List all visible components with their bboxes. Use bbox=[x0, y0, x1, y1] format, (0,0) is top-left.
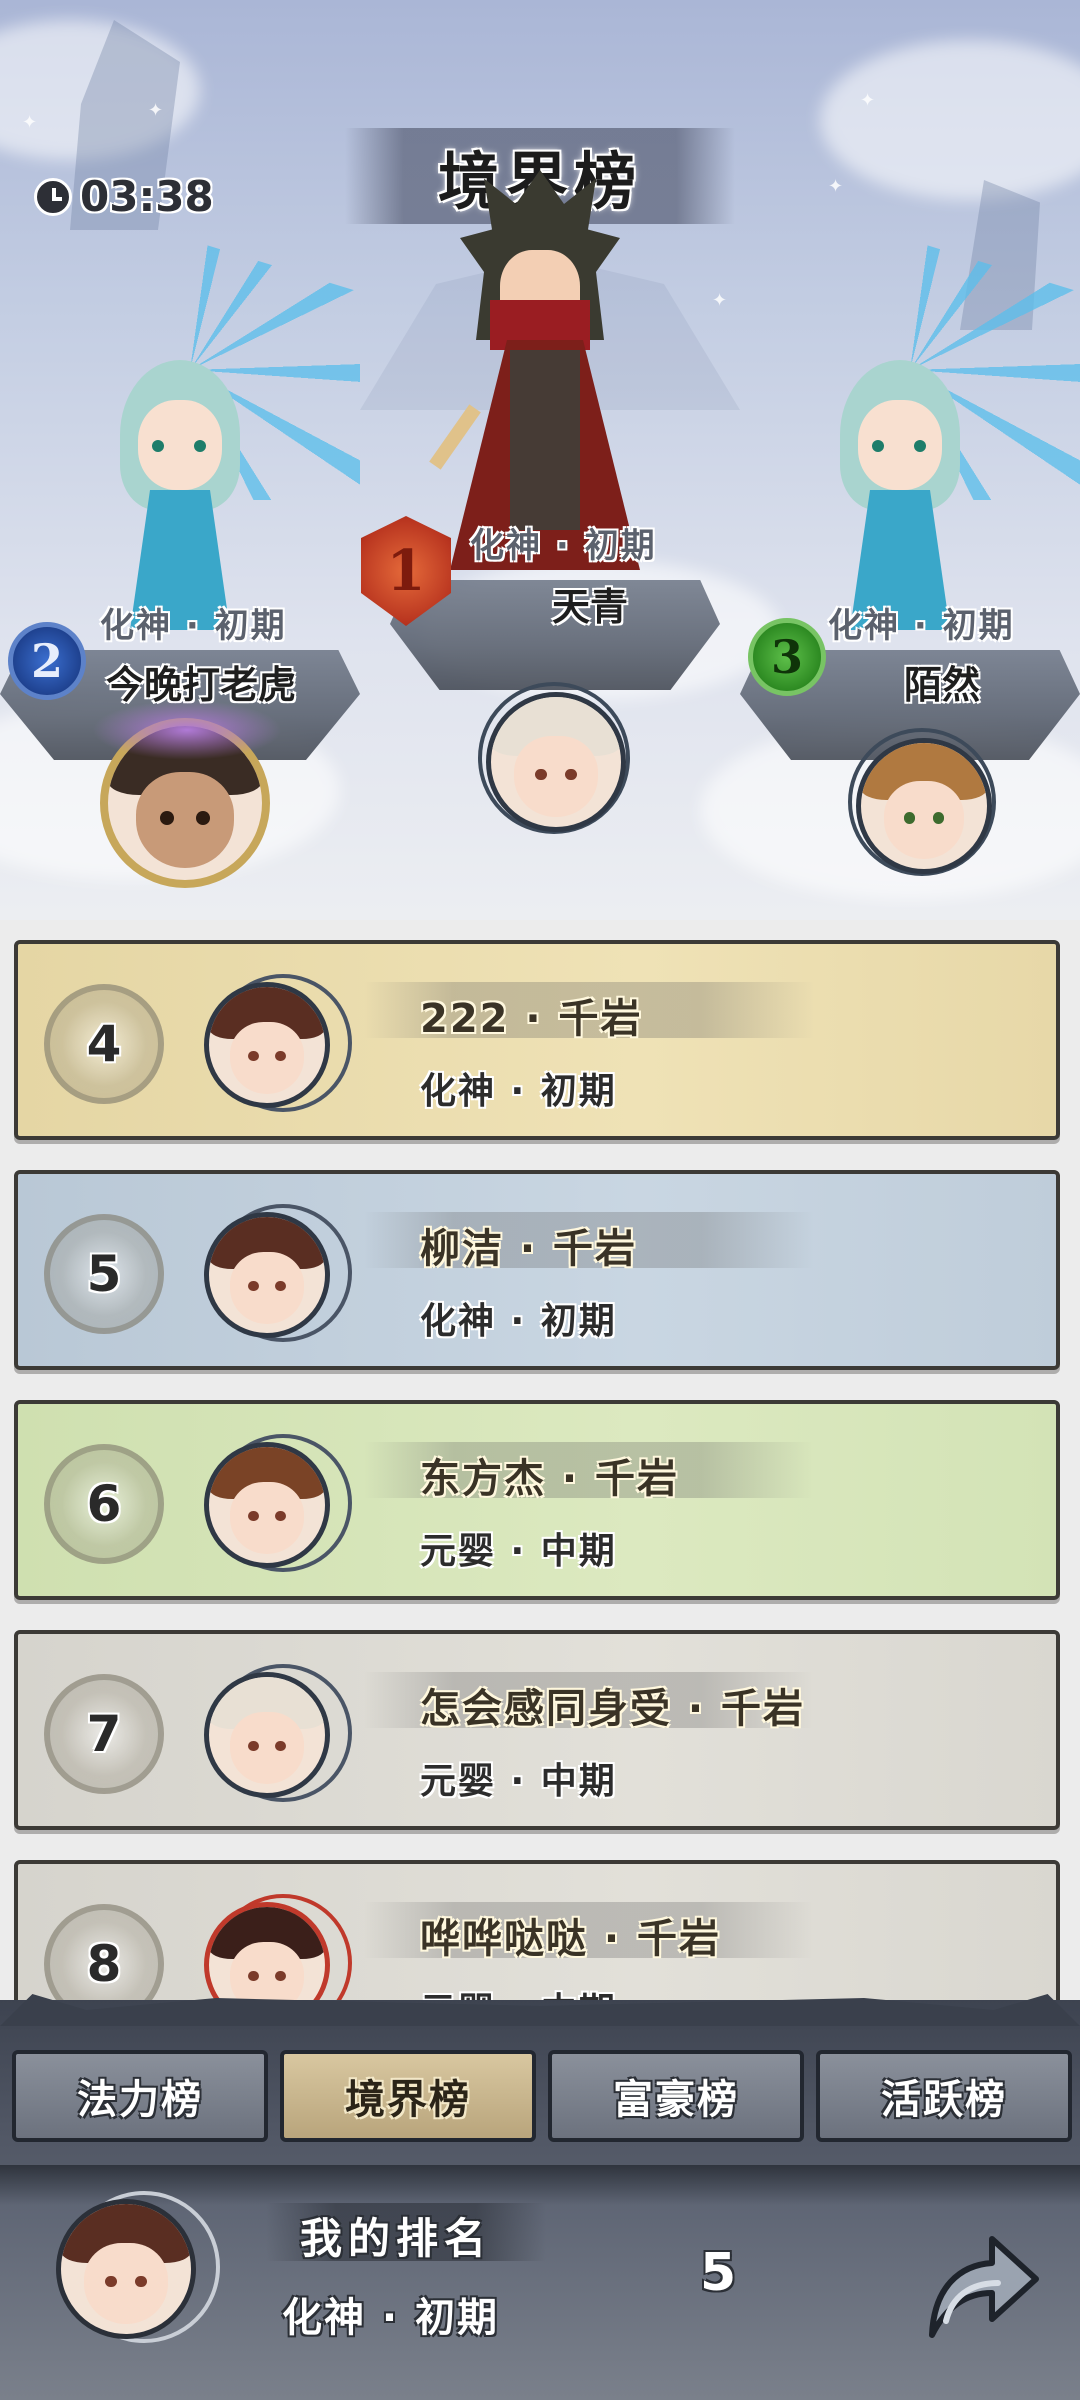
rank-3-avatar[interactable] bbox=[856, 738, 992, 874]
rank-1-number: 1 bbox=[386, 538, 426, 604]
avatar-frame-decoration bbox=[92, 700, 282, 760]
timer-text: 03:38 bbox=[80, 172, 214, 221]
my-avatar[interactable] bbox=[56, 2199, 196, 2339]
avatar[interactable] bbox=[204, 1902, 330, 2000]
share-button[interactable] bbox=[912, 2217, 1042, 2347]
rank-number: 5 bbox=[44, 1214, 164, 1334]
rank-1-realm: 化神 · 初期 bbox=[470, 526, 657, 566]
sparkle-icon: ✦ bbox=[148, 100, 164, 121]
rank-1-avatar[interactable] bbox=[486, 692, 626, 832]
rank-number: 4 bbox=[44, 984, 164, 1104]
rank-2-number: 2 bbox=[30, 634, 63, 688]
avatar[interactable] bbox=[204, 1442, 330, 1568]
rank-1-name: 天青 bbox=[552, 585, 629, 629]
countdown-timer: 03:38 bbox=[34, 172, 214, 221]
rank-2-realm: 化神 · 初期 bbox=[100, 606, 287, 646]
my-rank-value: 5 bbox=[700, 2243, 737, 2303]
player-realm: 元婴 · 中期 bbox=[420, 1761, 617, 1802]
player-realm: 化神 · 初期 bbox=[420, 1301, 617, 1342]
rank-3-realm: 化神 · 初期 bbox=[828, 606, 1015, 646]
player-realm: 元婴 · 中期 bbox=[420, 1531, 617, 1572]
my-rank-label: 我的排名 bbox=[300, 2214, 493, 2263]
share-arrow-icon bbox=[929, 2236, 1039, 2338]
bottom-panel: 法力榜 境界榜 富豪榜 活跃榜 我的排名 化神 · 初期 5 bbox=[0, 1994, 1080, 2400]
ranking-row-5[interactable]: 5 柳洁 · 千岩 化神 · 初期 bbox=[14, 1170, 1060, 1370]
rank-3-name: 陌然 bbox=[904, 663, 981, 707]
my-realm: 化神 · 初期 bbox=[282, 2295, 500, 2341]
podium-area: ✦ ✦ ✦ ✦ ✦ 境界榜 03:38 bbox=[0, 0, 1080, 920]
sparkle-icon: ✦ bbox=[22, 112, 38, 133]
player-name: 怎会感同身受 · 千岩 bbox=[420, 1686, 806, 1732]
rank-3-badge: 3 bbox=[748, 618, 826, 696]
sparkle-icon: ✦ bbox=[828, 176, 844, 197]
tab-wealth[interactable]: 富豪榜 bbox=[548, 2050, 804, 2142]
ranking-row-4[interactable]: 4 222 · 千岩 化神 · 初期 bbox=[14, 940, 1060, 1140]
ranking-row-6[interactable]: 6 东方杰 · 千岩 元婴 · 中期 bbox=[14, 1400, 1060, 1600]
rank-3-number: 3 bbox=[770, 630, 803, 684]
ranking-row-8[interactable]: 8 哗哗哒哒 · 千岩 元婴 · 中期 bbox=[14, 1860, 1060, 2000]
ranking-list[interactable]: 4 222 · 千岩 化神 · 初期 5 柳洁 · 千岩 化神 · 初期 6 东… bbox=[0, 920, 1080, 2000]
player-realm: 元婴 · 中期 bbox=[420, 1982, 617, 2000]
clock-icon bbox=[34, 177, 72, 216]
avatar[interactable] bbox=[204, 1672, 330, 1798]
player-realm: 化神 · 初期 bbox=[420, 1071, 617, 1112]
cloud-decoration bbox=[820, 40, 1080, 200]
avatar[interactable] bbox=[204, 1212, 330, 1338]
player-name: 222 · 千岩 bbox=[420, 996, 643, 1042]
tab-realm[interactable]: 境界榜 bbox=[280, 2050, 536, 2142]
player-name: 东方杰 · 千岩 bbox=[420, 1456, 680, 1502]
ranking-row-7[interactable]: 7 怎会感同身受 · 千岩 元婴 · 中期 bbox=[14, 1630, 1060, 1830]
sparkle-icon: ✦ bbox=[860, 90, 876, 111]
rank-2-badge: 2 bbox=[8, 622, 86, 700]
rank-number: 6 bbox=[44, 1444, 164, 1564]
player-name: 哗哗哒哒 · 千岩 bbox=[420, 1916, 722, 1962]
player-name: 柳洁 · 千岩 bbox=[420, 1226, 638, 1272]
sparkle-icon: ✦ bbox=[712, 290, 728, 311]
avatar[interactable] bbox=[204, 982, 330, 1108]
rank-number: 7 bbox=[44, 1674, 164, 1794]
rank-number: 8 bbox=[44, 1904, 164, 2000]
tab-activity[interactable]: 活跃榜 bbox=[816, 2050, 1072, 2142]
my-rank-panel: 我的排名 化神 · 初期 5 bbox=[0, 2165, 1080, 2400]
tab-power[interactable]: 法力榜 bbox=[12, 2050, 268, 2142]
